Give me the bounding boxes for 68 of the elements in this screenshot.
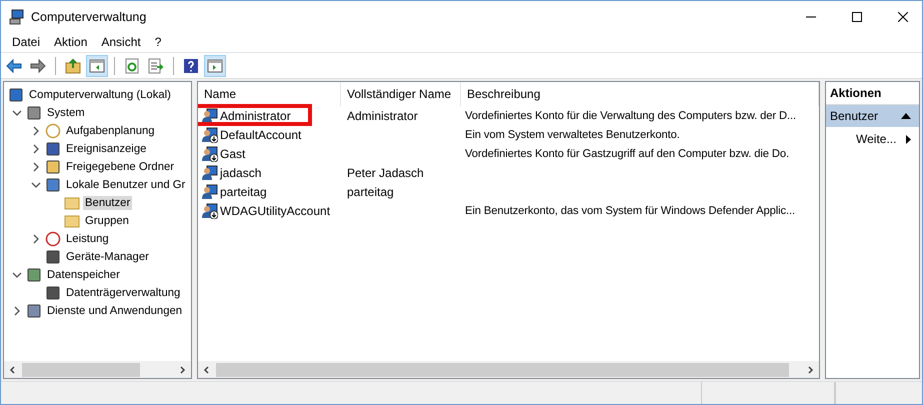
collapse-icon[interactable] — [901, 113, 911, 119]
tree-item[interactable]: Geräte-Manager — [64, 250, 151, 264]
maximize-icon[interactable] — [852, 12, 862, 22]
column-header[interactable]: Beschreibung — [461, 82, 819, 106]
tree-toggle-button[interactable] — [86, 54, 108, 76]
tree-item[interactable]: Datenträgerverwaltung — [64, 286, 182, 300]
node-icon — [45, 285, 61, 301]
table-cell: Vordefiniertes Konto für die Verwaltung des Computers bzw. der D... — [465, 110, 796, 122]
tree-item[interactable]: System — [45, 106, 87, 120]
expand-icon[interactable] — [31, 234, 41, 244]
window-title: Computerverwaltung — [31, 10, 146, 24]
collapse-icon[interactable] — [12, 108, 22, 118]
scroll-left-icon[interactable] — [9, 366, 17, 374]
table-cell: Administrator — [347, 108, 418, 122]
table-cell: Vordefiniertes Konto für Gastzugriff auf den Computer bzw. die Do. — [465, 148, 790, 160]
section-title: Benutzer — [830, 109, 878, 123]
app-icon — [9, 8, 25, 24]
tree-item[interactable]: Gruppen — [83, 214, 131, 228]
collapse-icon[interactable] — [12, 270, 22, 280]
node-icon — [26, 105, 42, 121]
section-header[interactable]: Benutzer — [826, 105, 919, 127]
tree-item[interactable]: Freigegebene Ordner — [64, 160, 176, 174]
close-icon[interactable] — [898, 12, 908, 22]
collapse-icon[interactable] — [31, 180, 41, 190]
menu-item[interactable]: Aktion — [47, 35, 94, 49]
column-header[interactable]: Vollständiger Name — [341, 82, 461, 106]
user-name[interactable]: jadasch — [220, 166, 262, 180]
user-name[interactable]: parteitag — [220, 184, 267, 198]
node-icon — [45, 141, 61, 157]
scroll-left-icon[interactable] — [203, 366, 211, 374]
folder-icon — [64, 213, 80, 229]
tree-item[interactable]: Leistung — [64, 232, 111, 246]
tree-item[interactable]: Dienste und Anwendungen — [45, 304, 184, 318]
menu-item[interactable]: Ansicht — [94, 35, 148, 49]
table-cell: parteitag — [347, 184, 394, 198]
action-link[interactable]: Weite... — [856, 132, 896, 146]
scrollbar-thumb[interactable] — [22, 362, 140, 376]
expand-icon[interactable] — [31, 162, 41, 172]
tree-item[interactable]: Lokale Benutzer und Gr — [64, 178, 188, 192]
node-icon — [45, 123, 61, 139]
node-icon — [45, 159, 61, 175]
node-icon — [45, 231, 61, 247]
scroll-right-icon[interactable] — [806, 366, 814, 374]
node-icon — [26, 303, 42, 319]
table-cell: Peter Jadasch — [347, 166, 424, 180]
tree-item[interactable]: Aufgabenplanung — [64, 124, 157, 138]
action-toggle-button[interactable] — [204, 54, 226, 76]
expand-icon[interactable] — [31, 126, 41, 136]
node-icon — [26, 267, 42, 283]
tree-item[interactable]: Datenspeicher — [45, 268, 122, 282]
folder-icon — [64, 195, 80, 211]
tree-item[interactable]: Benutzer — [83, 196, 132, 210]
computer-icon — [8, 87, 24, 103]
expand-icon[interactable] — [31, 144, 41, 154]
user-name[interactable]: Administrator — [220, 108, 291, 122]
table-cell: Ein vom System verwaltetes Benutzerkonto. — [465, 128, 680, 140]
menu-item[interactable]: Datei — [5, 35, 48, 49]
tree-item[interactable]: Computerverwaltung (Lokal) — [27, 88, 173, 102]
tree-item[interactable]: Ereignisanzeige — [64, 142, 148, 156]
table-cell: Ein Benutzerkonto, das vom System für Windows Defender Applic... — [465, 204, 796, 216]
scroll-right-icon[interactable] — [178, 366, 186, 374]
menu-item[interactable]: ? — [148, 35, 168, 49]
submenu-arrow-icon — [906, 134, 911, 144]
scrollbar-thumb[interactable] — [216, 362, 790, 376]
node-icon — [45, 249, 61, 265]
expand-icon[interactable] — [12, 306, 22, 316]
node-icon — [45, 177, 61, 193]
column-header[interactable]: Name — [198, 82, 341, 106]
